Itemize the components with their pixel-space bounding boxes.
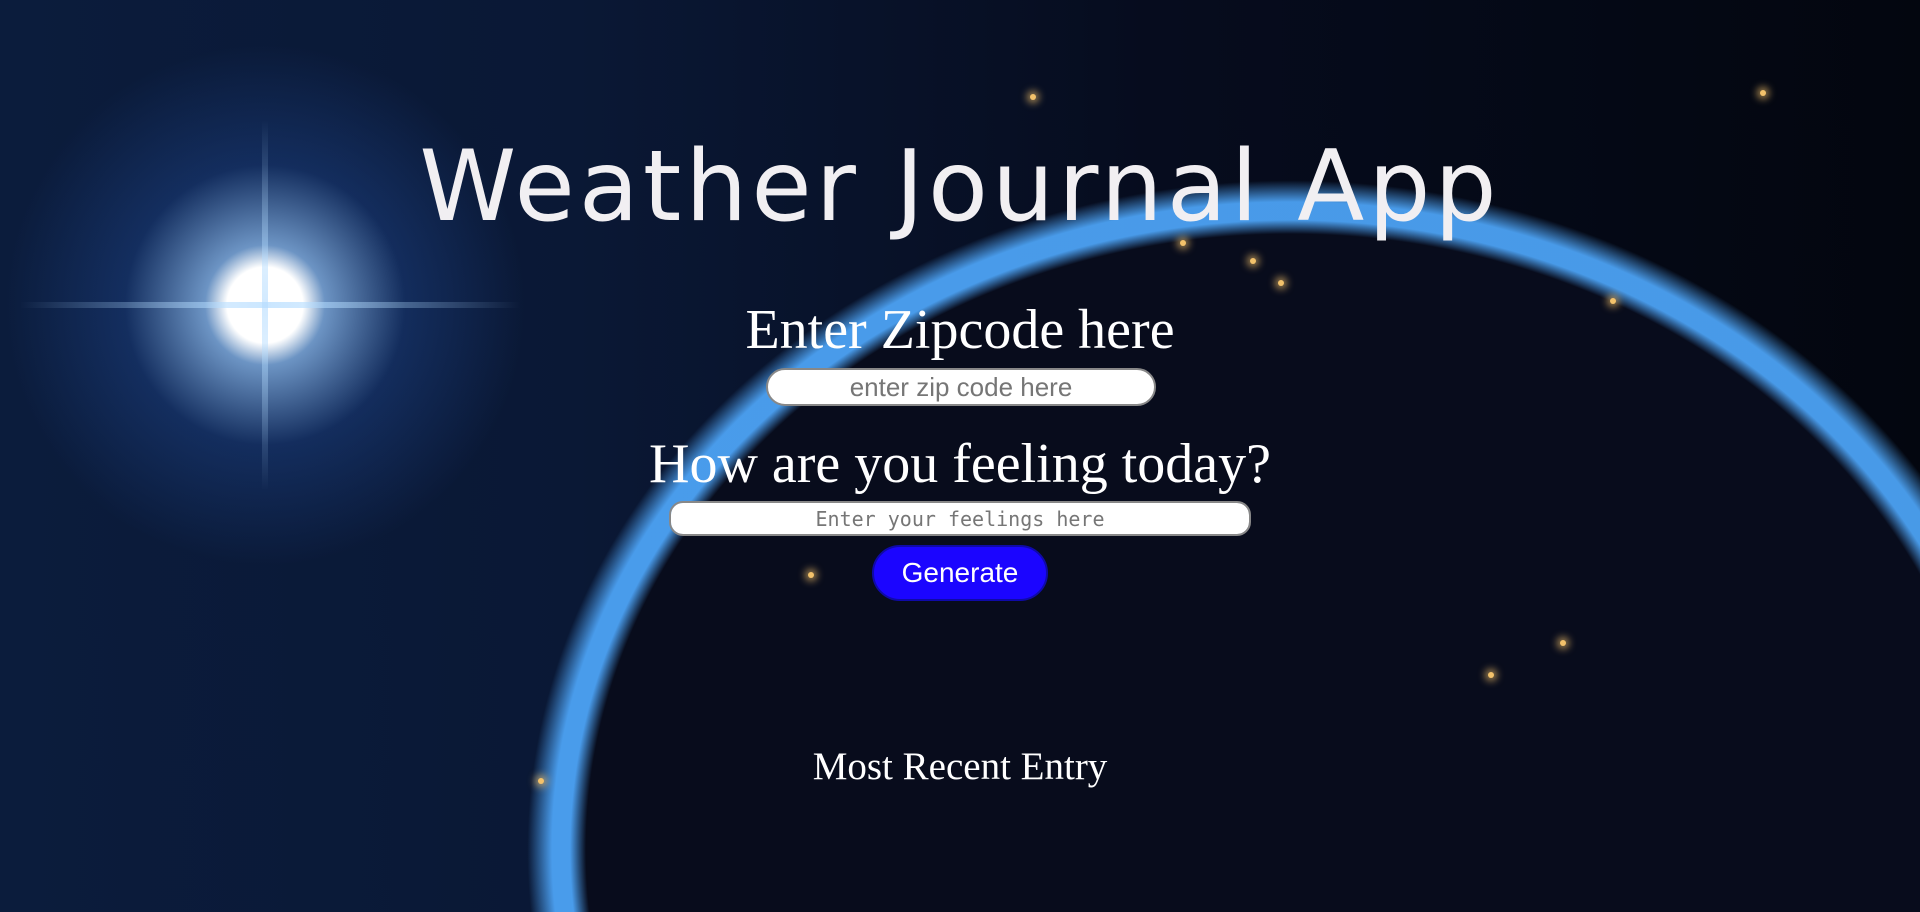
feelings-label: How are you feeling today?: [649, 433, 1271, 495]
feelings-textarea[interactable]: [669, 501, 1251, 536]
zip-input[interactable]: [766, 368, 1156, 406]
most-recent-entry-title: Most Recent Entry: [812, 745, 1108, 788]
generate-button[interactable]: Generate: [872, 545, 1048, 601]
zip-label: Enter Zipcode here: [745, 299, 1175, 361]
main-content: Weather Journal App Enter Zipcode here H…: [0, 0, 1920, 912]
app-title: Weather Journal App: [419, 130, 1501, 244]
